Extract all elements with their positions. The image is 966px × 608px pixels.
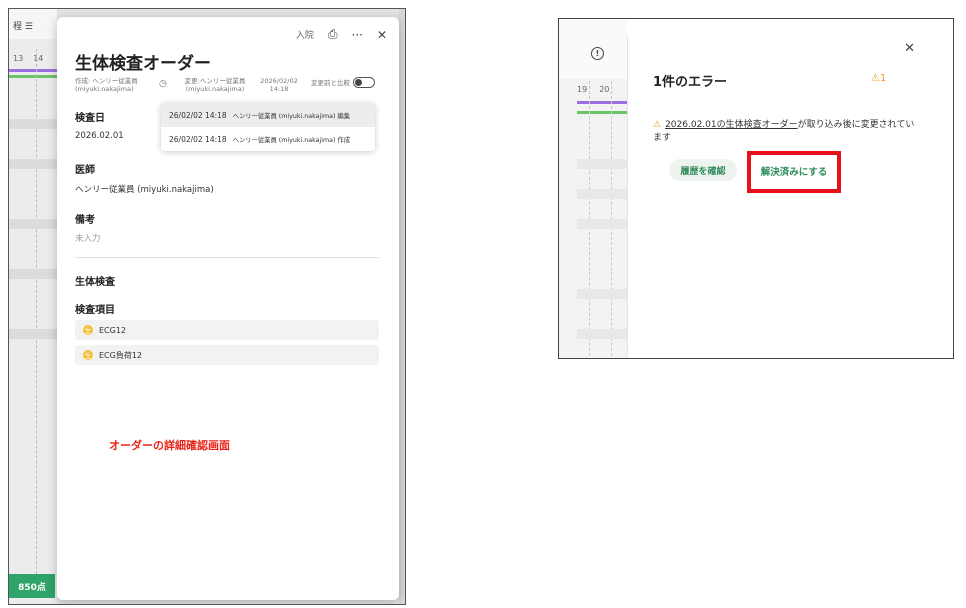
schedule-row: [577, 329, 627, 339]
exam-item-row: 生 ECG負荷12: [75, 345, 379, 365]
screen-caption: オーダーの詳細確認画面: [109, 439, 230, 452]
alert-icon[interactable]: !: [591, 47, 604, 60]
more-icon[interactable]: ···: [351, 28, 362, 42]
error-panel-screenshot: ! 19 20 ✕ 1件のエラー ⚠1 ⚠ 2026.02.01の生体検査オーダー…: [558, 18, 954, 359]
section-divider: [75, 257, 379, 258]
exam-badge-icon: 生: [83, 325, 93, 335]
background-toolbar-icons: 程 ☰: [13, 22, 33, 32]
schedule-row: [9, 159, 57, 169]
schedule-dash-line: [36, 49, 37, 589]
changed-by[interactable]: 変更:ヘンリー従業員 (miyuki.nakajima): [175, 77, 255, 94]
biotest-label: 生体検査: [75, 277, 115, 288]
day-column-label: 19: [577, 85, 588, 94]
history-datetime: 26/02/02 14:18: [169, 110, 227, 120]
history-item[interactable]: 26/02/02 14:18 ヘンリー従業員 (miyuki.nakajima)…: [161, 103, 375, 127]
schedule-bar-purple: [577, 101, 627, 104]
schedule-row: [9, 119, 57, 129]
compare-toggle[interactable]: [353, 77, 375, 88]
remarks-value: 未入力: [75, 234, 101, 244]
day-column-label: 13: [13, 53, 24, 63]
exam-item-name: ECG12: [99, 325, 127, 335]
exam-item-row: 生 ECG12: [75, 320, 379, 340]
panel-separator: [627, 37, 628, 358]
close-icon[interactable]: ✕: [904, 41, 915, 56]
schedule-row: [577, 289, 627, 299]
warning-icon: ⚠: [653, 120, 662, 130]
exam-badge-icon: 生: [83, 350, 93, 360]
day-column-label: 14: [33, 53, 44, 63]
history-user: ヘンリー従業員 (miyuki.nakajima) 編集: [232, 112, 351, 120]
order-link[interactable]: 2026.02.01の生体検査オーダー: [665, 120, 798, 130]
history-user: ヘンリー従業員 (miyuki.nakajima) 作成: [232, 136, 351, 144]
admit-button[interactable]: 入院: [296, 28, 314, 41]
print-icon[interactable]: ⎙: [328, 27, 338, 42]
schedule-row: [9, 269, 57, 279]
history-dropdown: 26/02/02 14:18 ヘンリー従業員 (miyuki.nakajima)…: [161, 103, 375, 151]
created-by: 作成: ヘンリー従業員 (miyuki.nakajima): [75, 77, 138, 94]
mark-resolved-button[interactable]: 解決済みにする: [751, 159, 837, 183]
view-history-button[interactable]: 履歴を確認: [669, 159, 737, 181]
schedule-bar-green: [9, 75, 57, 78]
order-detail-screenshot: 程 ☰ 13 14 850点 入院 ⎙ ··· ✕ 生体検査オーダー 作成: ヘ…: [8, 8, 406, 605]
score-badge: 850点: [9, 574, 55, 598]
schedule-bar-purple: [9, 69, 57, 72]
background-day-columns: 13 14: [9, 49, 57, 67]
schedule-row: [577, 159, 627, 169]
compare-label: 変更前と比較: [311, 79, 350, 87]
order-meta: 作成: ヘンリー従業員 (miyuki.nakajima) ◷ 変更:ヘンリー従…: [75, 77, 385, 101]
schedule-row: [9, 219, 57, 229]
modal-actions: 入院 ⎙ ··· ✕: [296, 27, 387, 42]
close-icon[interactable]: ✕: [377, 28, 387, 42]
day-column-label: 20: [599, 85, 610, 94]
changed-date: 2026/02/02 14:18: [260, 77, 298, 94]
error-message: ⚠ 2026.02.01の生体検査オーダーが取り込み後に変更されています: [653, 119, 923, 144]
exam-items-label: 検査項目: [75, 305, 115, 316]
history-datetime: 26/02/02 14:18: [169, 134, 227, 144]
order-detail-modal: 入院 ⎙ ··· ✕ 生体検査オーダー 作成: ヘンリー従業員 (miyuki.…: [57, 17, 399, 600]
background-right-edge: [399, 9, 405, 604]
error-count-badge: ⚠1: [871, 73, 887, 84]
exam-date-value: 2026.02.01: [75, 131, 124, 141]
schedule-bar-green: [577, 111, 627, 114]
schedule-row: [577, 189, 627, 199]
doctor-label: 医師: [75, 165, 95, 176]
exam-date-label: 検査日: [75, 113, 105, 124]
doctor-value: ヘンリー従業員 (miyuki.nakajima): [75, 185, 214, 195]
background-day-columns: 19 20: [577, 85, 609, 94]
history-item[interactable]: 26/02/02 14:18 ヘンリー従業員 (miyuki.nakajima)…: [161, 127, 375, 151]
schedule-row: [9, 329, 57, 339]
background-schedule: [9, 9, 57, 604]
schedule-row: [577, 219, 627, 229]
error-title: 1件のエラー: [653, 75, 728, 90]
clock-icon[interactable]: ◷: [159, 79, 167, 91]
exam-item-name: ECG負荷12: [99, 350, 143, 360]
remarks-label: 備考: [75, 215, 95, 226]
modal-title: 生体検査オーダー: [75, 54, 211, 74]
